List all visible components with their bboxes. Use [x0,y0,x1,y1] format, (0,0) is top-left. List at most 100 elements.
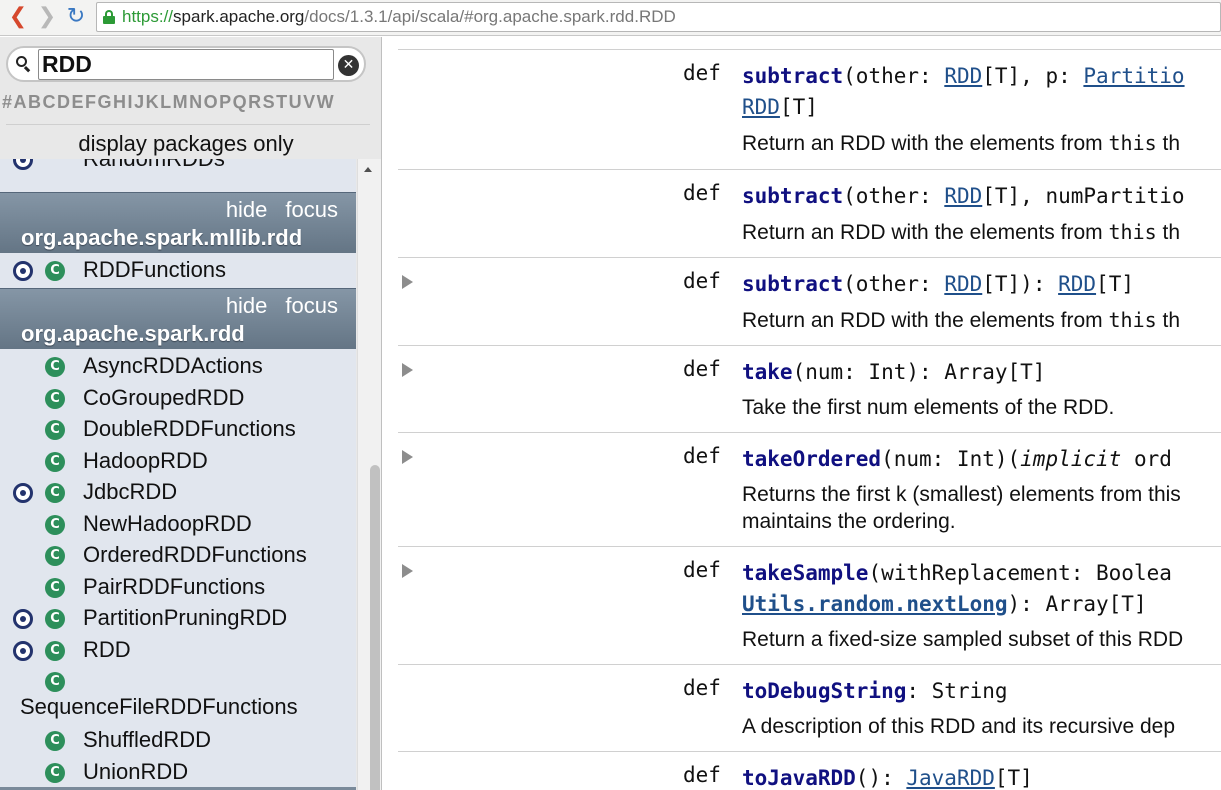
member-takeordered[interactable]: def takeOrdered(num: Int)(implicit ord R… [398,432,1221,546]
class-icon[interactable] [45,608,65,630]
letter-link[interactable]: B [28,92,42,112]
tree-item[interactable]: RDD [0,634,356,666]
method-name[interactable]: takeOrdered [742,447,881,471]
method-name[interactable]: takeSample [742,561,868,585]
url-text[interactable]: https://spark.apache.org/docs/1.3.1/api/… [122,7,676,27]
letter-link[interactable]: C [43,92,57,112]
tree-item-label[interactable]: ShuffledRDD [83,727,211,753]
letter-link[interactable]: Q [233,92,248,112]
back-arrow-icon[interactable]: ❮ [6,4,30,30]
type-link[interactable]: RDD [1058,272,1096,296]
class-icon[interactable] [45,260,65,282]
tree-item[interactable]: AsyncRDDActions [0,351,356,382]
forward-arrow-icon[interactable]: ❯ [35,4,59,30]
type-link[interactable]: RDD [944,184,982,208]
type-link[interactable]: JavaRDD [906,766,995,790]
scroll-up-arrow-icon[interactable] [364,167,372,172]
type-link[interactable]: RDD [742,95,780,119]
letter-link[interactable]: S [263,92,276,112]
member-take[interactable]: def take(num: Int): Array[T] Take the fi… [398,345,1221,432]
letter-link[interactable]: J [134,92,145,112]
tree-item-label[interactable]: JdbcRDD [83,479,177,505]
address-bar[interactable]: https://spark.apache.org/docs/1.3.1/api/… [96,2,1221,32]
expand-arrow-icon[interactable] [402,450,413,464]
tree-item[interactable]: RandomRDDs [0,159,356,175]
letter-link[interactable]: V [303,92,316,112]
class-icon[interactable] [45,482,65,504]
letter-link[interactable]: I [128,92,134,112]
class-icon[interactable] [45,640,65,662]
letter-link[interactable]: # [2,92,13,112]
tree-item[interactable]: UnionRDD [0,756,356,788]
expand-arrow-icon[interactable] [402,363,413,377]
letter-link[interactable]: W [317,92,335,112]
focus-link[interactable]: focus [285,197,338,222]
tree-item[interactable]: SequenceFileRDDFunctions [0,666,356,724]
letter-link[interactable]: A [14,92,28,112]
class-icon[interactable] [45,577,65,599]
type-link[interactable]: RDD [944,272,982,296]
member-todebugstring[interactable]: def toDebugString: String A description … [398,664,1221,751]
search-input[interactable] [38,49,334,80]
letter-link[interactable]: H [113,92,127,112]
object-icon[interactable] [13,640,33,661]
object-icon[interactable] [13,261,33,281]
method-name[interactable]: take [742,360,793,384]
letter-link[interactable]: T [276,92,288,112]
class-icon[interactable] [45,451,65,473]
tree-item[interactable]: HadoopRDD [0,445,356,477]
member-tojavardd[interactable]: def toJavaRDD(): JavaRDD[T] [398,751,1221,790]
reload-icon[interactable]: ↻ [64,4,88,30]
method-name[interactable]: subtract [742,184,843,208]
class-icon[interactable] [45,419,65,441]
letter-link[interactable]: M [173,92,189,112]
tree-item-label[interactable]: AsyncRDDActions [83,353,263,379]
package-name[interactable]: org.apache.spark.mllib.rdd [21,225,302,251]
member-takesample[interactable]: def takeSample(withReplacement: Boolea U… [398,546,1221,664]
class-icon[interactable] [45,356,65,378]
class-icon[interactable] [45,388,65,410]
tree-item[interactable]: DoubleRDDFunctions [0,414,356,445]
sidebar-scrollbar[interactable] [357,159,381,790]
method-name[interactable]: toJavaRDD [742,766,856,790]
letter-link[interactable]: N [189,92,203,112]
letter-link[interactable]: R [248,92,262,112]
type-link[interactable]: RDD [944,64,982,88]
member-subtract-numpartitions[interactable]: def subtract(other: RDD[T], numPartitio … [398,169,1221,257]
letter-link[interactable]: P [219,92,232,112]
type-link[interactable]: Partitio [1083,64,1184,88]
hide-link[interactable]: hide [226,197,268,222]
method-name[interactable]: toDebugString [742,679,906,703]
class-icon[interactable] [45,514,65,536]
letter-link[interactable]: E [72,92,85,112]
package-name[interactable]: org.apache.spark.rdd [21,321,245,347]
tree-item-label[interactable]: RandomRDDs [83,159,225,172]
tree-item-label[interactable]: UnionRDD [83,759,188,785]
method-name[interactable]: subtract [742,272,843,296]
tree-item[interactable]: CoGroupedRDD [0,382,356,414]
tree-item-label[interactable]: PairRDDFunctions [83,574,265,600]
letter-link[interactable]: D [57,92,71,112]
tree-item[interactable]: OrderedRDDFunctions [0,540,356,571]
class-icon[interactable] [45,671,65,693]
member-subtract[interactable]: def subtract(other: RDD[T]): RDD[T] Retu… [398,257,1221,345]
hide-link[interactable]: hide [226,293,268,318]
member-subtract-partitioner[interactable]: def subtract(other: RDD[T], p: Partitio … [398,49,1221,169]
tree-item-label[interactable]: DoubleRDDFunctions [83,416,296,442]
class-icon[interactable] [45,730,65,752]
tree-item-label[interactable]: HadoopRDD [83,448,208,474]
letter-link[interactable]: U [289,92,303,112]
letter-link[interactable]: K [146,92,160,112]
tree-item-label[interactable]: NewHadoopRDD [83,511,252,537]
clear-search-icon[interactable]: ✕ [338,55,359,76]
tree-item-label[interactable]: CoGroupedRDD [83,385,244,411]
letter-link[interactable]: G [98,92,113,112]
letter-link[interactable]: L [160,92,172,112]
tree-item[interactable]: JdbcRDD [0,477,356,508]
tree-item[interactable]: RDDFunctions [0,255,356,286]
focus-link[interactable]: focus [285,293,338,318]
tree-item-label[interactable]: RDD [83,637,131,663]
expand-arrow-icon[interactable] [402,564,413,578]
scroll-thumb[interactable] [370,465,380,790]
tree-item[interactable]: PartitionPruningRDD [0,603,356,634]
